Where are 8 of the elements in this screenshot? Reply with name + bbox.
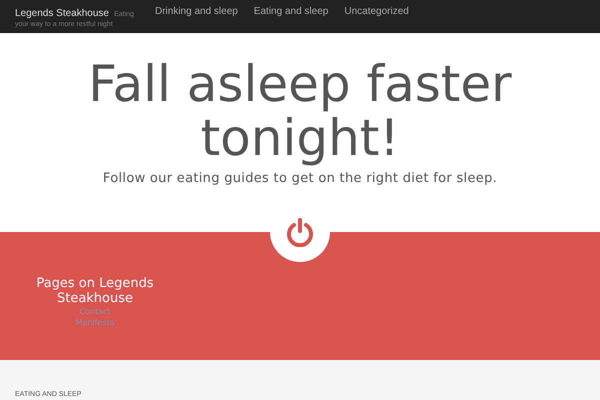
hero-subtitle: Follow our eating guides to get on the right diet for sleep. (102, 171, 498, 186)
nav-link[interactable]: Drinking and sleep (155, 5, 238, 19)
hero-title: Fall asleep faster tonight! (87, 57, 513, 165)
nav-link[interactable]: Eating and sleep (254, 5, 328, 19)
nav-link[interactable]: Uncategorized (344, 5, 409, 19)
pages-heading: Pages on Legends Steakhouse (35, 276, 155, 306)
site-title[interactable]: Legends Steakhouse (15, 8, 109, 19)
power-icon (286, 217, 314, 247)
